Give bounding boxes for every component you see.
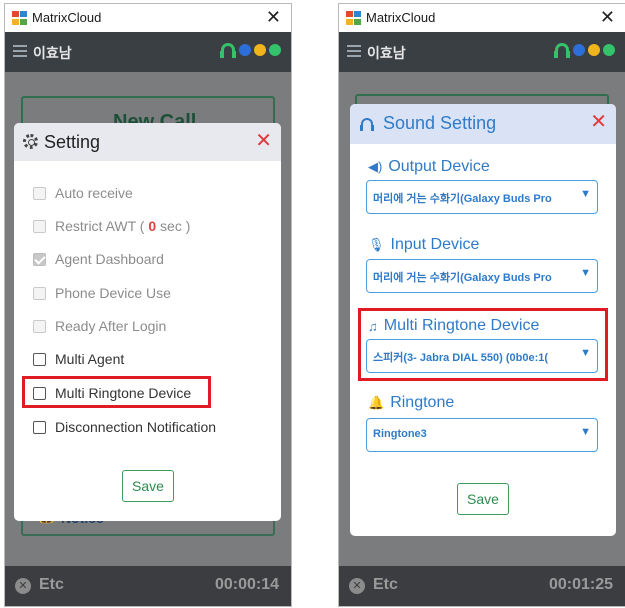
status-dot-green [603,44,615,56]
app-header: 이효남 [5,32,291,72]
status-dot-yellow [254,44,266,56]
sound-setting-modal: Sound Setting ✕ ◀) Output Device 머리에 거는 … [350,104,616,536]
setting-title: Setting [44,132,101,152]
status-dot-green [269,44,281,56]
status-indicators [220,42,281,58]
status-dot-blue [239,44,251,56]
input-device-select[interactable]: 머리에 거는 수화기(Galaxy Buds Pro ▼ [366,259,598,293]
bell-icon: 🔔 [368,395,385,410]
status-indicators [554,42,615,58]
headset-icon [554,42,570,58]
agent-name: 이효남 [367,45,406,61]
speaker-icon: ◀) [368,159,383,174]
checkbox-multi-agent[interactable] [33,352,46,366]
option-ready-after-login: Ready After Login [33,316,166,336]
agent-name: 이효남 [33,45,72,61]
app-logo-icon [346,11,361,25]
checkbox-agent-dashboard [33,252,46,266]
highlight-box [22,376,211,408]
ringtone-label: 🔔 Ringtone [368,394,455,411]
close-icon[interactable]: ✕ [600,7,615,27]
etc-label[interactable]: Etc [373,576,398,594]
headset-icon [220,42,236,58]
hamburger-icon[interactable] [13,45,27,57]
option-restrict-awt: Restrict AWT ( 0 sec ) [33,216,190,236]
option-agent-dashboard: Agent Dashboard [33,249,164,269]
window-titlebar: MatrixCloud ✕ [339,4,625,32]
window-title: MatrixCloud [366,10,436,25]
save-button[interactable]: Save [457,483,509,515]
checkbox-auto-receive [33,186,46,200]
etc-label[interactable]: Etc [39,576,64,594]
ringtone-select[interactable]: Ringtone3 ▼ [366,418,598,452]
save-button[interactable]: Save [122,470,174,502]
highlight-box [358,308,608,381]
checkbox-ready-after-login [33,319,46,333]
bottom-bar: ✕ Etc 00:00:14 [5,566,291,606]
etc-icon[interactable]: ✕ [15,578,31,594]
app-logo-icon [12,11,27,25]
hamburger-icon[interactable] [347,45,361,57]
checkbox-phone-device-use [33,286,46,300]
chevron-down-icon: ▼ [580,426,591,438]
close-icon[interactable]: ✕ [590,111,607,133]
bottom-bar: ✕ Etc 00:01:25 [339,566,625,606]
microphone-icon: 🎙 [368,237,385,252]
output-device-select[interactable]: 머리에 거는 수화기(Galaxy Buds Pro ▼ [366,180,598,214]
output-device-label: ◀) Output Device [368,158,490,175]
close-icon[interactable]: ✕ [255,130,272,152]
window-titlebar: MatrixCloud ✕ [5,4,291,32]
status-dot-blue [573,44,585,56]
etc-icon[interactable]: ✕ [349,578,365,594]
sound-setting-header: Sound Setting ✕ [350,104,616,144]
awt-seconds-value: 0 [148,218,157,234]
right-app-window: MatrixCloud ✕ 이효남 ✕ Etc 00:01:25 Sound S… [338,3,625,607]
checkbox-restrict-awt [33,219,46,233]
option-multi-agent[interactable]: Multi Agent [33,349,124,369]
setting-modal: Setting ✕ Auto receive Restrict AWT ( 0 … [14,123,281,521]
gear-icon [23,134,38,149]
chevron-down-icon: ▼ [580,267,591,279]
status-dot-yellow [588,44,600,56]
app-header: 이효남 [339,32,625,72]
chevron-down-icon: ▼ [580,188,591,200]
call-timer: 00:01:25 [548,576,613,593]
headset-icon [360,117,374,131]
setting-modal-header: Setting ✕ [14,123,281,161]
close-icon[interactable]: ✕ [266,7,281,27]
option-phone-device-use: Phone Device Use [33,283,171,303]
option-disconnection-notification[interactable]: Disconnection Notification [33,417,216,437]
option-auto-receive: Auto receive [33,183,133,203]
input-device-label: 🎙 Input Device [368,236,480,253]
call-timer: 00:00:14 [214,576,279,593]
left-app-window: MatrixCloud ✕ 이효남 New Call 🔔 Notice ✕ Et… [4,3,292,607]
sound-setting-title: Sound Setting [383,113,497,133]
window-title: MatrixCloud [32,10,102,25]
checkbox-disconnection-notification[interactable] [33,420,46,434]
